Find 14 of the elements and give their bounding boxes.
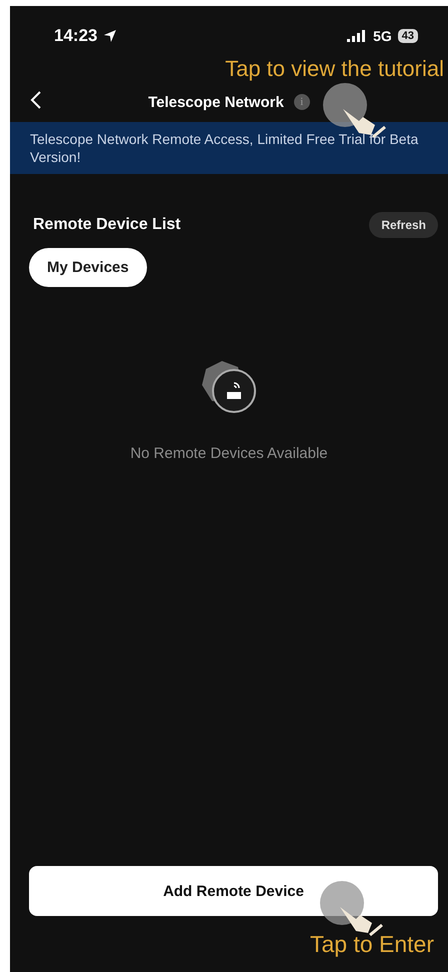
status-time: 14:23 (54, 26, 98, 46)
trial-banner: Telescope Network Remote Access, Limited Free Trial for Beta Version! (10, 122, 448, 174)
location-arrow-icon (103, 29, 118, 43)
network-type: 5G (373, 28, 392, 44)
signal-icon (347, 30, 368, 42)
section-title: Remote Device List (33, 216, 181, 234)
refresh-button[interactable]: Refresh (369, 212, 438, 238)
add-device-button[interactable]: Add Remote Device (29, 866, 438, 916)
enter-hint: Tap to Enter (310, 930, 434, 958)
empty-message: No Remote Devices Available (130, 445, 328, 462)
filter-tab[interactable]: My Devices (29, 248, 147, 287)
page-title: Telescope Network (148, 94, 284, 110)
tutorial-hint: Tap to view the tutorial (225, 56, 444, 82)
battery-level: 43 (398, 29, 418, 43)
